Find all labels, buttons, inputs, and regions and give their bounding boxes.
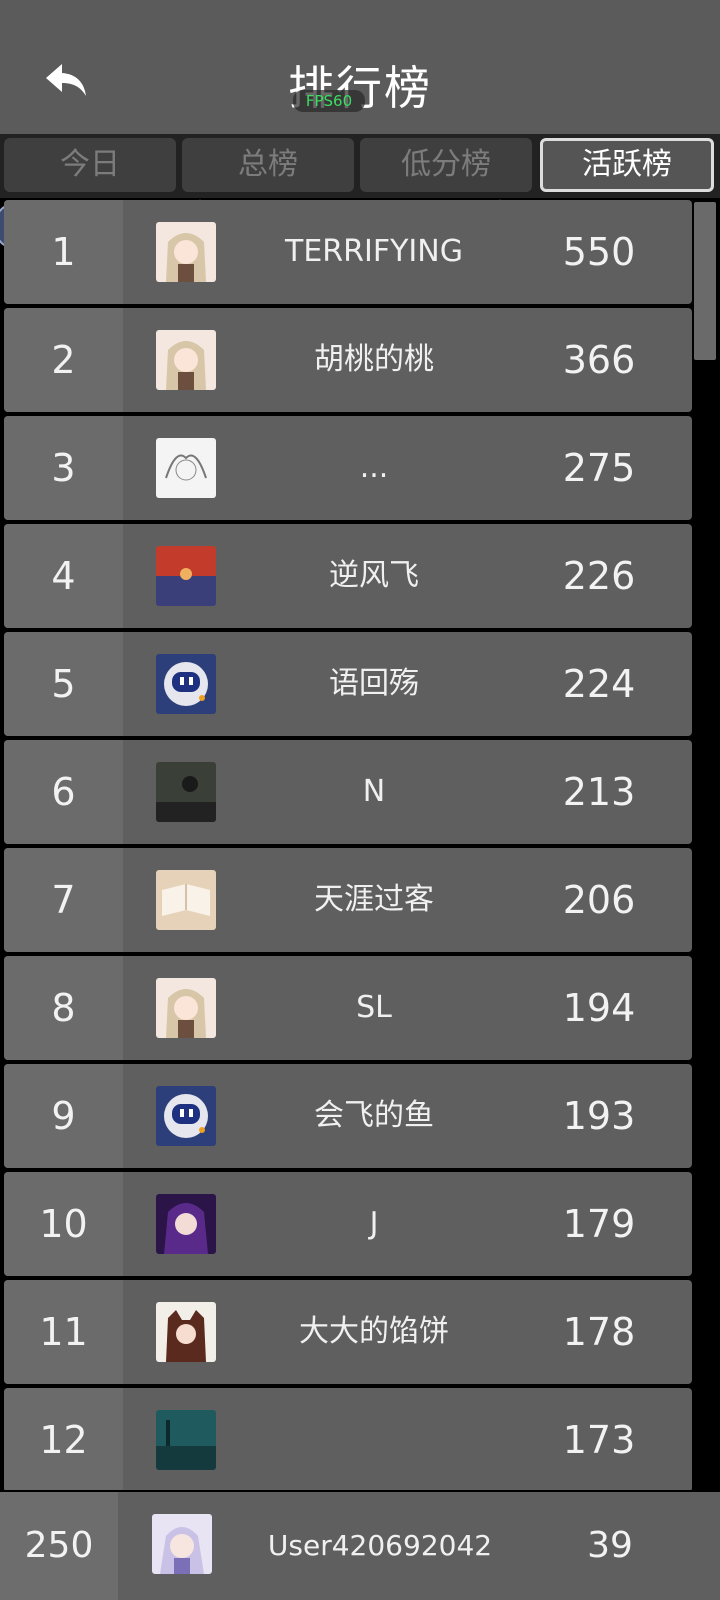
rank-number: 12 — [4, 1388, 123, 1490]
leaderboard-row[interactable]: 2 胡桃的桃 366 — [4, 308, 692, 412]
leaderboard-row[interactable]: 11 大大的馅饼 178 — [4, 1280, 692, 1384]
leaderboard-row[interactable]: 9 会飞的鱼 193 — [4, 1064, 692, 1168]
player-score: 213 — [562, 770, 636, 814]
anime-dark-avatar[interactable] — [156, 1194, 216, 1254]
player-score: 178 — [562, 1310, 636, 1354]
photo-avatar[interactable] — [156, 762, 216, 822]
player-score: 173 — [562, 1418, 636, 1462]
rank-number: 9 — [4, 1064, 123, 1168]
player-name: 语回殇 — [329, 666, 419, 701]
leaderboard-row[interactable]: 6 N 213 — [4, 740, 692, 844]
rank-number: 5 — [4, 632, 123, 736]
anime-girl-avatar[interactable] — [156, 330, 216, 390]
header-bar: 排行榜 FPS60 — [0, 0, 720, 134]
player-score: 224 — [562, 662, 636, 706]
player-name: 大大的馅饼 — [299, 1314, 449, 1349]
book-avatar[interactable] — [156, 870, 216, 930]
player-score: 206 — [562, 878, 636, 922]
leaderboard-row[interactable]: 3... 275 — [4, 416, 692, 520]
robot-avatar[interactable] — [156, 654, 216, 714]
tab-active[interactable]: 活跃榜 — [540, 138, 714, 192]
leaderboard-row[interactable]: 10 J 179 — [4, 1172, 692, 1276]
leaderboard-row[interactable]: 1 TERRIFYING 550 — [4, 200, 692, 304]
player-name: 会飞的鱼 — [314, 1098, 434, 1133]
rank-number: 8 — [4, 956, 123, 1060]
rank-number: 3 — [4, 416, 123, 520]
fps-badge: FPS60 — [293, 90, 365, 112]
sketch-avatar[interactable] — [156, 438, 216, 498]
player-name: TERRIFYING — [285, 234, 463, 269]
leaderboard-row[interactable]: 7 天涯过客 206 — [4, 848, 692, 952]
player-score: 193 — [562, 1094, 636, 1138]
leaderboard-row[interactable]: 5 语回殇 224 — [4, 632, 692, 736]
player-score: 226 — [562, 554, 636, 598]
rank-number: 6 — [4, 740, 123, 844]
my-username: User420692042 — [267, 1529, 493, 1562]
anime-silver-avatar — [152, 1514, 212, 1574]
rank-number: 7 — [4, 848, 123, 952]
rank-number: 2 — [4, 308, 123, 412]
robot-avatar[interactable] — [156, 1086, 216, 1146]
player-name: ... — [359, 450, 389, 485]
scrollbar-thumb[interactable] — [694, 202, 716, 360]
tab-overall[interactable]: 总榜 — [182, 138, 354, 192]
player-score: 194 — [562, 986, 636, 1030]
leaderboard-row[interactable]: 12 173 — [4, 1388, 692, 1490]
player-name: N — [362, 774, 386, 809]
player-name: 胡桃的桃 — [314, 342, 434, 377]
tab-today[interactable]: 今日 — [4, 138, 176, 192]
player-score: 366 — [562, 338, 636, 382]
player-name: J — [369, 1206, 379, 1241]
rank-number: 11 — [4, 1280, 123, 1384]
player-score: 550 — [562, 230, 636, 274]
anime-girl-avatar[interactable] — [156, 222, 216, 282]
sunset-avatar[interactable] — [156, 546, 216, 606]
my-score: 39 — [587, 1525, 633, 1566]
my-rank-row: 250 User420692042 39 — [0, 1492, 720, 1600]
leaderboard-row[interactable]: 8 SL 194 — [4, 956, 692, 1060]
anime-girl-avatar[interactable] — [156, 978, 216, 1038]
player-name: 逆风飞 — [329, 558, 419, 593]
rank-number: 4 — [4, 524, 123, 628]
player-score: 179 — [562, 1202, 636, 1246]
player-score: 275 — [562, 446, 636, 490]
anime-fox-avatar[interactable] — [156, 1302, 216, 1362]
scenery-avatar[interactable] — [156, 1410, 216, 1470]
player-name: 天涯过客 — [314, 882, 434, 917]
player-name: SL — [356, 990, 392, 1025]
tab-low-score[interactable]: 低分榜 — [360, 138, 532, 192]
player-name — [224, 1388, 524, 1490]
leaderboard-row[interactable]: 4 逆风飞 226 — [4, 524, 692, 628]
tab-bar: 今日 总榜 低分榜 活跃榜 — [0, 134, 720, 198]
my-rank: 250 — [0, 1492, 118, 1600]
leaderboard-list[interactable]: 1 TERRIFYING 550 2 胡桃的桃 366 3... 275 4 逆风飞 226 5 语回殇… — [0, 198, 720, 1490]
rank-number: 10 — [4, 1172, 123, 1276]
rank-number: 1 — [4, 200, 123, 304]
